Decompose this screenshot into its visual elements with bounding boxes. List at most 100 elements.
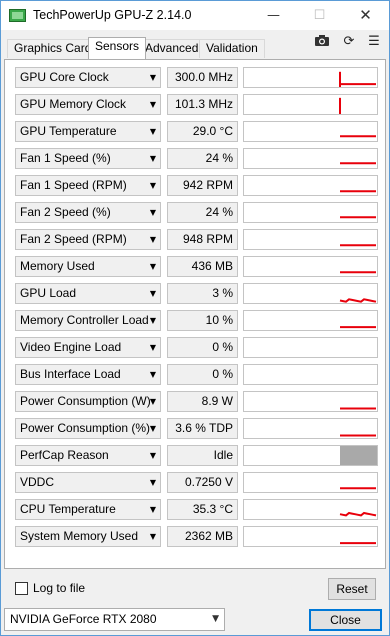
gpuz-window: TechPowerUp GPU-Z 2.14.0 — ☐ ✕ Graphics … (0, 0, 390, 636)
window-title: TechPowerUp GPU-Z 2.14.0 (33, 8, 192, 22)
sensor-value: 2362 MB (167, 526, 238, 547)
sensor-graph-svg (340, 326, 376, 329)
chevron-down-icon: ▼ (149, 100, 156, 109)
sensor-graph (243, 148, 378, 169)
sensor-value: 0 % (167, 337, 238, 358)
tab-sensors[interactable]: Sensors (88, 37, 147, 59)
sensor-row: GPU Core Clock ▼ 300.0 MHz (15, 67, 378, 90)
sensor-graph (243, 256, 378, 277)
sensor-value: 24 % (167, 148, 238, 169)
sensor-name: Fan 2 Speed (%) (20, 205, 111, 219)
sensor-row: VDDC ▼ 0.7250 V (15, 472, 378, 495)
chevron-down-icon: ▼ (149, 370, 156, 379)
sensor-value: 35.3 °C (167, 499, 238, 520)
sensor-row: Video Engine Load ▼ 0 % (15, 337, 378, 360)
sensor-graph (243, 94, 378, 115)
sensor-label-dropdown[interactable]: Fan 1 Speed (RPM) ▼ (15, 175, 161, 196)
tab-label: Sensors (95, 39, 140, 53)
sensor-label-dropdown[interactable]: Bus Interface Load ▼ (15, 364, 161, 385)
sensor-graph (243, 202, 378, 223)
chevron-down-icon: ▼ (149, 262, 156, 271)
sensor-graph (243, 67, 378, 88)
sensor-value: 0 % (167, 364, 238, 385)
sensor-graph (243, 229, 378, 250)
sensor-row: Memory Used ▼ 436 MB (15, 256, 378, 279)
sensor-row: Fan 2 Speed (RPM) ▼ 948 RPM (15, 229, 378, 252)
sensor-name: Bus Interface Load (20, 367, 121, 381)
chevron-down-icon: ▼ (149, 532, 156, 541)
sensor-label-dropdown[interactable]: Power Consumption (%) ▼ (15, 418, 161, 439)
sensor-graph (243, 283, 378, 304)
sensor-name: System Memory Used (20, 529, 139, 543)
sensor-name: Power Consumption (W) (20, 394, 151, 408)
chevron-down-icon: ▼ (149, 154, 156, 163)
tab-graphics-card[interactable]: Graphics Card (7, 39, 99, 58)
close-icon[interactable]: ✕ (343, 1, 388, 30)
device-select[interactable]: NVIDIA GeForce RTX 2080 ▼ (4, 608, 225, 631)
sensor-label-dropdown[interactable]: PerfCap Reason ▼ (15, 445, 161, 466)
sensor-value: 29.0 °C (167, 121, 238, 142)
close-button[interactable]: Close (309, 609, 382, 631)
sensor-row: CPU Temperature ▼ 35.3 °C (15, 499, 378, 522)
sensor-label-dropdown[interactable]: Fan 2 Speed (%) ▼ (15, 202, 161, 223)
tab-label: Advanced (145, 41, 199, 55)
device-select-value: NVIDIA GeForce RTX 2080 (10, 612, 157, 626)
sensor-value: 3 % (167, 283, 238, 304)
sensor-label-dropdown[interactable]: GPU Memory Clock ▼ (15, 94, 161, 115)
sensor-graph-svg (340, 487, 376, 490)
chevron-down-icon: ▼ (149, 127, 156, 136)
sensor-label-dropdown[interactable]: Memory Controller Load ▼ (15, 310, 161, 331)
sensor-name: Memory Used (20, 259, 95, 273)
sensor-label-dropdown[interactable]: GPU Load ▼ (15, 283, 161, 304)
title-bar[interactable]: TechPowerUp GPU-Z 2.14.0 — ☐ ✕ (1, 1, 389, 30)
sensor-graph (243, 121, 378, 142)
chevron-down-icon: ▼ (149, 424, 156, 433)
sensor-label-dropdown[interactable]: Power Consumption (W) ▼ (15, 391, 161, 412)
sensor-graph (243, 175, 378, 196)
sensor-row: GPU Load ▼ 3 % (15, 283, 378, 306)
sensor-label-dropdown[interactable]: GPU Core Clock ▼ (15, 67, 161, 88)
maximize-icon[interactable]: ☐ (297, 1, 342, 30)
sensor-value: 942 RPM (167, 175, 238, 196)
sensor-graph-svg (244, 338, 377, 357)
camera-icon[interactable] (313, 34, 331, 50)
sensor-name: CPU Temperature (20, 502, 116, 516)
sensor-value: 436 MB (167, 256, 238, 277)
tab-advanced[interactable]: Advanced (138, 39, 206, 58)
sensor-value: 10 % (167, 310, 238, 331)
chevron-down-icon: ▼ (149, 73, 156, 82)
sensor-label-dropdown[interactable]: VDDC ▼ (15, 472, 161, 493)
tab-label: Validation (206, 41, 258, 55)
sensor-label-dropdown[interactable]: Fan 2 Speed (RPM) ▼ (15, 229, 161, 250)
sensor-graph-svg (340, 446, 377, 465)
tab-validation[interactable]: Validation (199, 39, 265, 58)
sensor-label-dropdown[interactable]: Video Engine Load ▼ (15, 337, 161, 358)
sensor-name: GPU Temperature (20, 124, 117, 138)
menu-icon[interactable]: ☰ (365, 34, 383, 50)
sensor-row: GPU Memory Clock ▼ 101.3 MHz (15, 94, 378, 117)
minimize-icon[interactable]: — (251, 1, 296, 30)
chevron-down-icon: ▼ (149, 181, 156, 190)
sensor-name: Fan 1 Speed (RPM) (20, 178, 127, 192)
sensor-row: Power Consumption (W) ▼ 8.9 W (15, 391, 378, 414)
sensor-row: System Memory Used ▼ 2362 MB (15, 526, 378, 549)
sensor-graph-svg (339, 97, 341, 114)
sensor-label-dropdown[interactable]: GPU Temperature ▼ (15, 121, 161, 142)
chevron-down-icon: ▼ (149, 451, 156, 460)
sensor-value: 101.3 MHz (167, 94, 238, 115)
sensor-graph (243, 445, 378, 466)
sensor-graph-svg (340, 271, 376, 274)
sensor-row: Memory Controller Load ▼ 10 % (15, 310, 378, 333)
reset-button[interactable]: Reset (328, 578, 376, 600)
sensor-label-dropdown[interactable]: Memory Used ▼ (15, 256, 161, 277)
sensor-graph-svg (340, 190, 376, 193)
gpuz-app-icon (9, 9, 26, 22)
sensor-row: Fan 2 Speed (%) ▼ 24 % (15, 202, 378, 225)
sensor-label-dropdown[interactable]: Fan 1 Speed (%) ▼ (15, 148, 161, 169)
sensor-label-dropdown[interactable]: CPU Temperature ▼ (15, 499, 161, 520)
log-to-file-checkbox[interactable] (15, 582, 28, 595)
sensor-label-dropdown[interactable]: System Memory Used ▼ (15, 526, 161, 547)
sensor-graph-svg (340, 244, 376, 247)
refresh-icon[interactable]: ⟳ (340, 34, 358, 50)
sensor-name: Power Consumption (%) (20, 421, 151, 435)
